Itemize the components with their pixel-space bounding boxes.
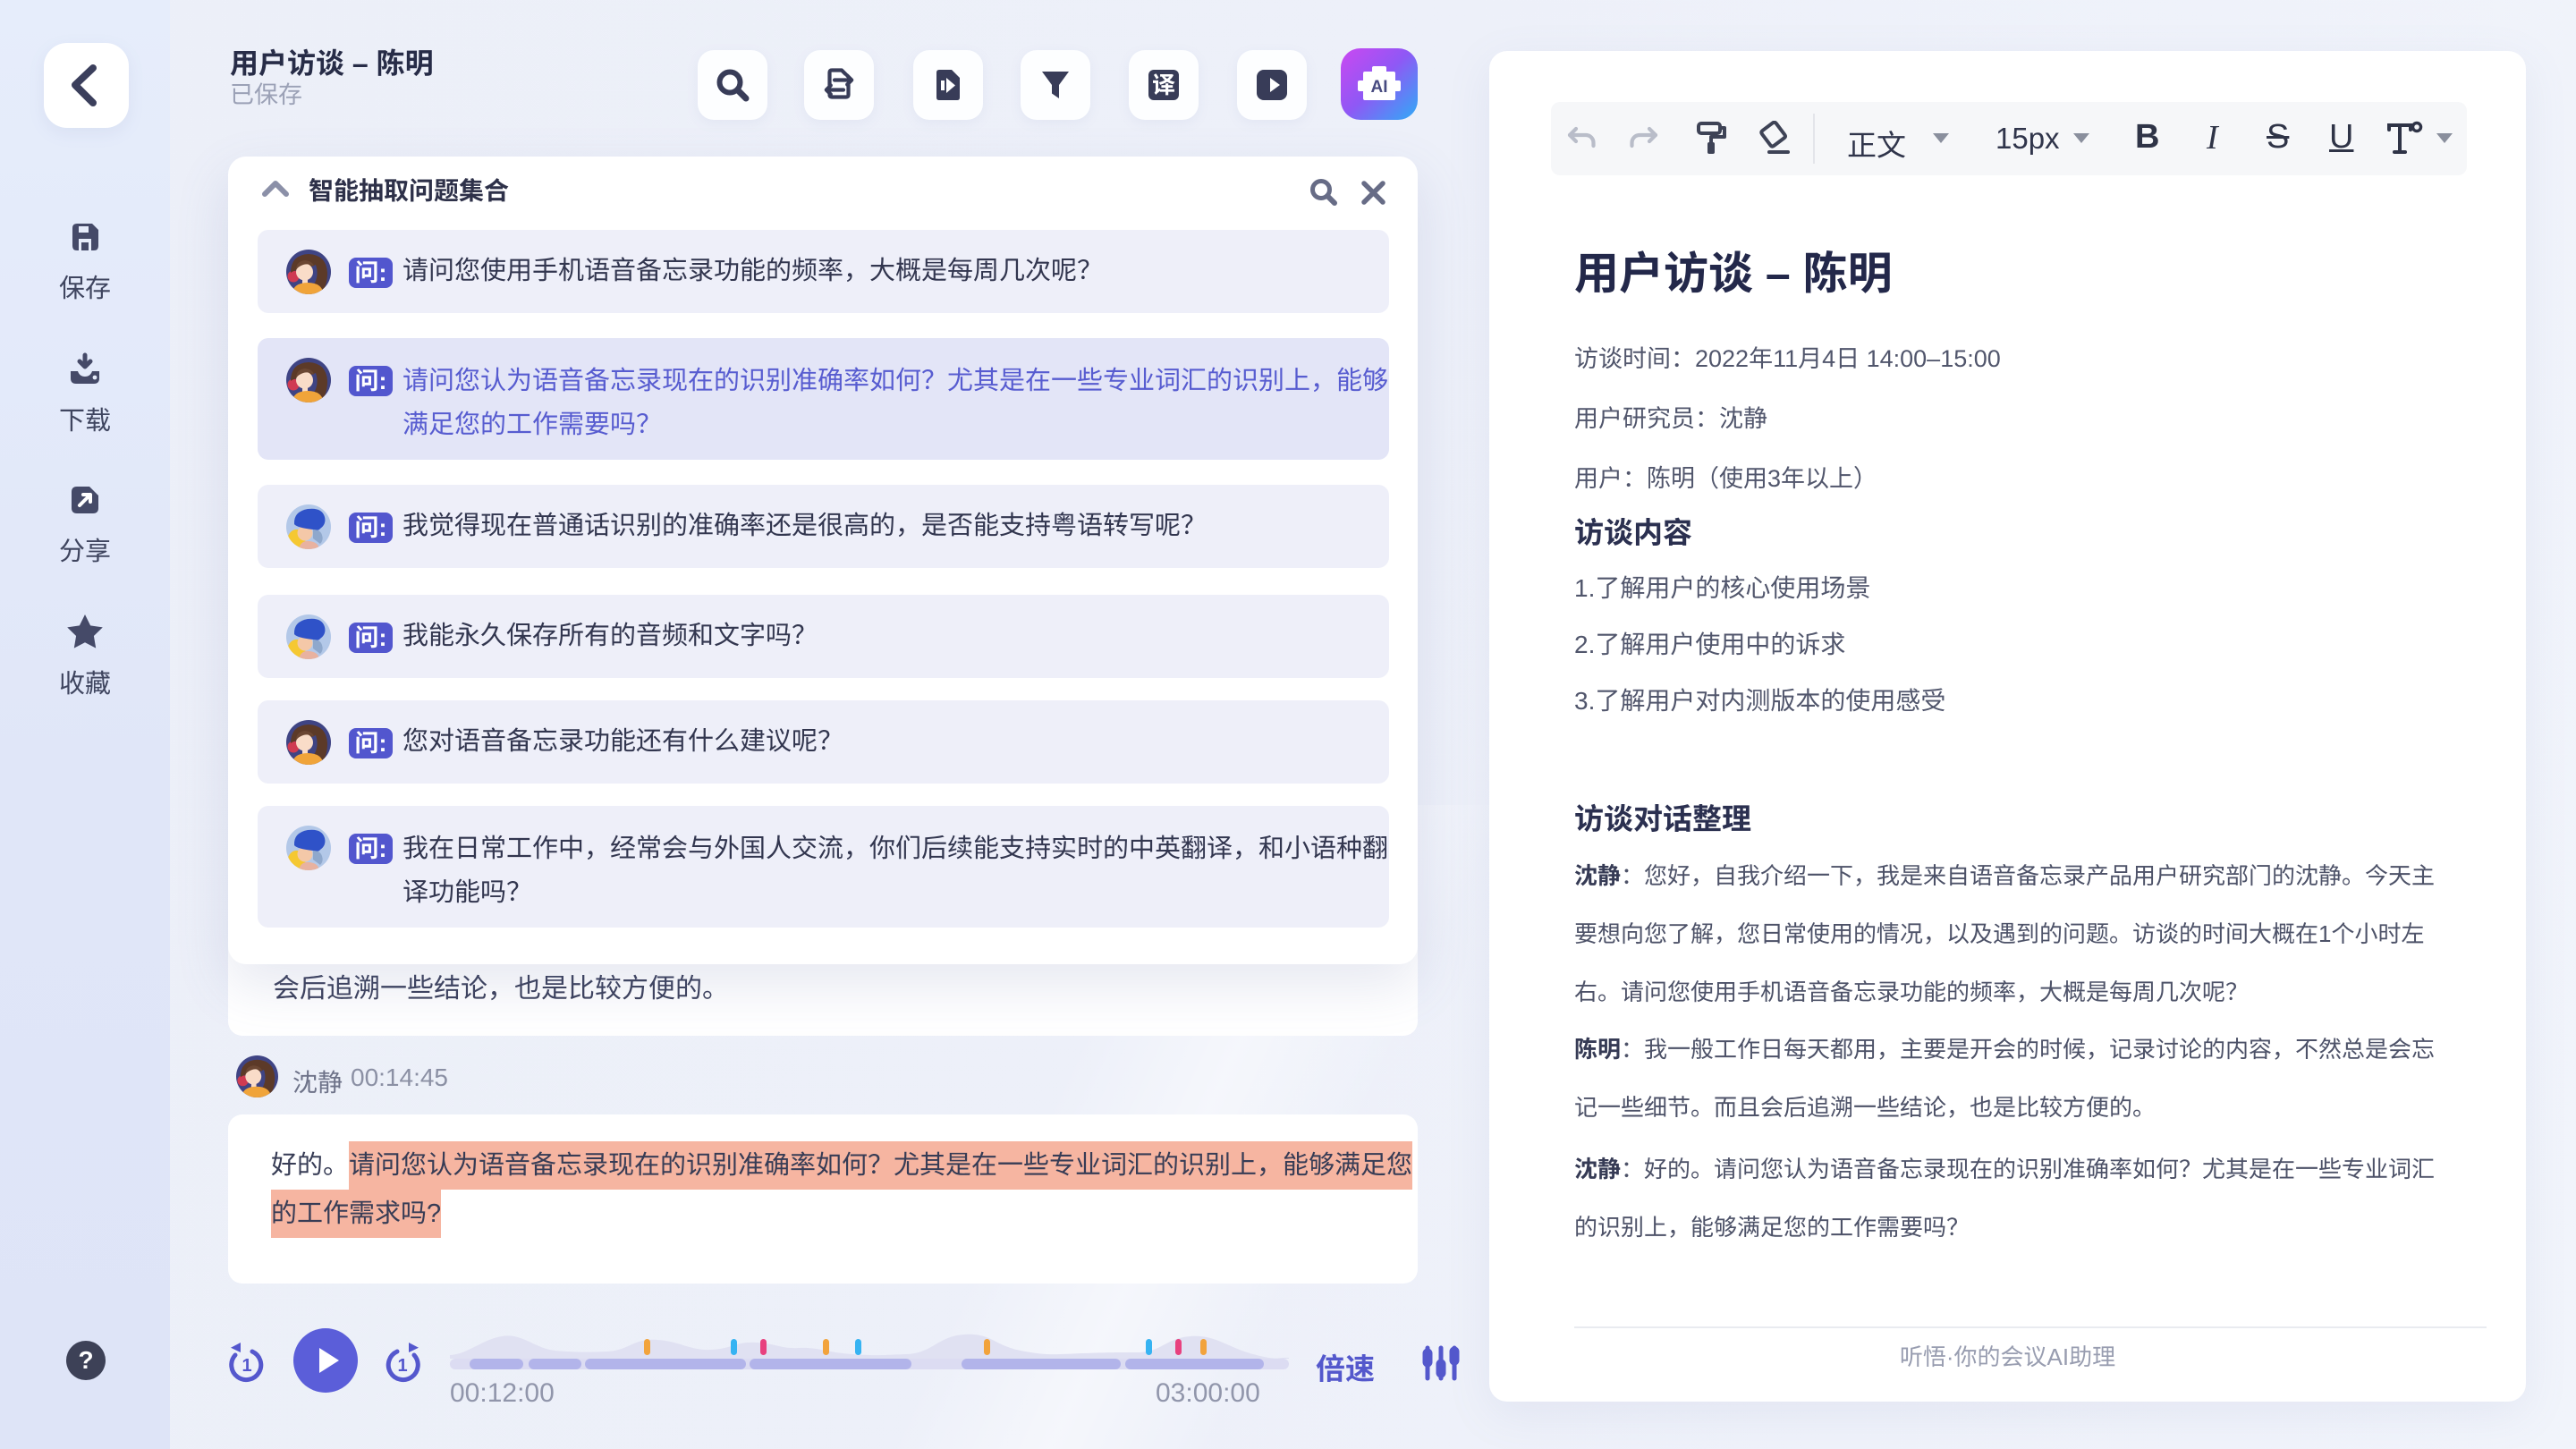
svg-text:AI: AI [1371, 78, 1388, 97]
svg-text:1: 1 [242, 1356, 251, 1376]
svg-text:译: 译 [1152, 67, 1175, 100]
svg-text:1: 1 [397, 1356, 407, 1376]
